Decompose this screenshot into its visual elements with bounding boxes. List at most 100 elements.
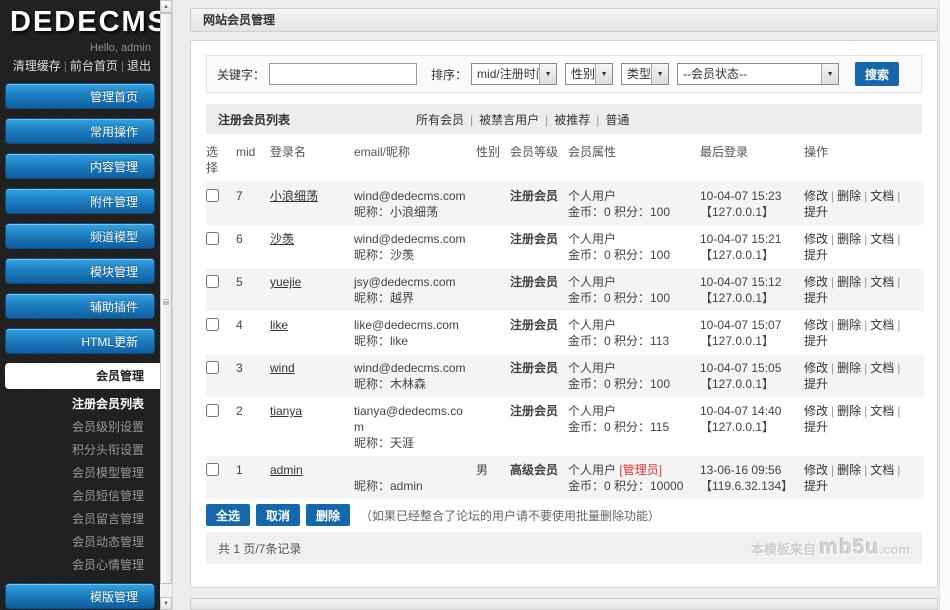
- type-select[interactable]: 类型 ▼: [621, 63, 669, 85]
- action-document[interactable]: 文档: [870, 189, 894, 203]
- sidebar-submenu-item[interactable]: 会员短信管理: [0, 485, 160, 508]
- action-document[interactable]: 文档: [870, 318, 894, 332]
- row-checkbox[interactable]: [206, 232, 219, 245]
- cancel-button[interactable]: 取消: [256, 504, 300, 526]
- action-document[interactable]: 文档: [870, 463, 894, 477]
- sidebar-menu-button[interactable]: 模块管理: [5, 258, 155, 284]
- member-name-link[interactable]: admin: [270, 463, 303, 477]
- chevron-down-icon: ▼: [595, 64, 612, 84]
- cell-email-nick: tianya@dedecms.com 昵称：天涯: [354, 397, 476, 456]
- delete-button[interactable]: 删除: [306, 504, 350, 526]
- row-checkbox[interactable]: [206, 189, 219, 202]
- action-separator: |: [897, 404, 900, 418]
- sidebar-top-link[interactable]: 退出: [127, 59, 151, 73]
- gender-select[interactable]: 性别 ▼: [565, 63, 613, 85]
- member-filter-tab[interactable]: 普通: [605, 113, 629, 127]
- sidebar-menu-button[interactable]: HTML更新: [5, 328, 155, 354]
- last-login-ip: 【119.6.32.134】: [700, 478, 800, 494]
- action-promote[interactable]: 提升: [804, 420, 828, 434]
- sidebar-menu-button[interactable]: 附件管理: [5, 188, 155, 214]
- action-document[interactable]: 文档: [870, 361, 894, 375]
- action-promote[interactable]: 提升: [804, 479, 828, 493]
- row-checkbox[interactable]: [206, 275, 219, 288]
- search-button[interactable]: 搜索: [855, 62, 899, 86]
- action-separator: |: [864, 404, 867, 418]
- action-delete[interactable]: 删除: [837, 189, 861, 203]
- scroll-down-arrow-icon[interactable]: ▼: [160, 597, 172, 610]
- action-edit[interactable]: 修改: [804, 318, 828, 332]
- member-name-link[interactable]: tianya: [270, 404, 302, 418]
- sidebar-top-link[interactable]: 清理缓存: [13, 59, 61, 73]
- action-promote[interactable]: 提升: [804, 205, 828, 219]
- action-document[interactable]: 文档: [870, 404, 894, 418]
- sidebar-submenu-item[interactable]: 会员模型管理: [0, 462, 160, 485]
- sidebar-submenu-item[interactable]: 会员级别设置: [0, 416, 160, 439]
- cell-mid: 5: [236, 268, 270, 311]
- cell-level: 注册会员: [510, 397, 568, 456]
- action-edit[interactable]: 修改: [804, 404, 828, 418]
- action-separator: |: [864, 463, 867, 477]
- member-status-select[interactable]: --会员状态-- ▼: [677, 63, 839, 85]
- sidebar-menu-button[interactable]: 内容管理: [5, 153, 155, 179]
- member-name-link[interactable]: 小浪细荡: [270, 189, 318, 203]
- admin-flag: [管理员]: [619, 463, 662, 477]
- sidebar-top-link[interactable]: 前台首页: [70, 59, 118, 73]
- action-edit[interactable]: 修改: [804, 232, 828, 246]
- cell-attr: 个人用户 金币：0 积分：100: [568, 268, 700, 311]
- action-promote[interactable]: 提升: [804, 291, 828, 305]
- last-login-ip: 【127.0.0.1】: [700, 290, 800, 306]
- action-edit[interactable]: 修改: [804, 275, 828, 289]
- sidebar-menu-button[interactable]: 辅助插件: [5, 293, 155, 319]
- sidebar-submenu-item[interactable]: 注册会员列表: [0, 393, 160, 416]
- member-points: 金币：0 积分：113: [568, 333, 696, 349]
- sidebar-menu-button[interactable]: 频道模型: [5, 223, 155, 249]
- keyword-input[interactable]: [269, 63, 417, 85]
- member-name-link[interactable]: 沙羡: [270, 232, 294, 246]
- vertical-scrollbar[interactable]: ▲ ▼: [160, 0, 173, 610]
- row-checkbox[interactable]: [206, 361, 219, 374]
- action-delete[interactable]: 删除: [837, 404, 861, 418]
- member-status-select-value: --会员状态--: [678, 64, 821, 84]
- column-header: mid: [236, 134, 270, 182]
- sidebar-menu-button[interactable]: 模版管理: [5, 583, 155, 609]
- next-section-bar: [190, 598, 938, 610]
- scrollbar-thumb[interactable]: [160, 13, 172, 584]
- action-edit[interactable]: 修改: [804, 463, 828, 477]
- member-email: wind@dedecms.com: [354, 360, 472, 376]
- member-filter-tab[interactable]: 被推荐: [554, 113, 590, 127]
- action-document[interactable]: 文档: [870, 275, 894, 289]
- member-filter-tab[interactable]: 所有会员: [416, 113, 464, 127]
- sort-select[interactable]: mid/注册时间 ▼: [471, 63, 557, 85]
- action-promote[interactable]: 提升: [804, 377, 828, 391]
- action-document[interactable]: 文档: [870, 232, 894, 246]
- action-edit[interactable]: 修改: [804, 361, 828, 375]
- sidebar-menu-button[interactable]: 管理首页: [5, 83, 155, 109]
- cell-level: 注册会员: [510, 354, 568, 397]
- sidebar-section-member-management[interactable]: 会员管理: [5, 363, 160, 389]
- action-delete[interactable]: 删除: [837, 275, 861, 289]
- action-delete[interactable]: 删除: [837, 361, 861, 375]
- member-type: 个人用户: [568, 232, 616, 246]
- member-name-link[interactable]: yuejie: [270, 275, 301, 289]
- action-promote[interactable]: 提升: [804, 248, 828, 262]
- row-checkbox[interactable]: [206, 404, 219, 417]
- row-checkbox[interactable]: [206, 318, 219, 331]
- action-delete[interactable]: 删除: [837, 318, 861, 332]
- member-name-link[interactable]: wind: [270, 361, 295, 375]
- action-delete[interactable]: 删除: [837, 232, 861, 246]
- action-delete[interactable]: 删除: [837, 463, 861, 477]
- action-edit[interactable]: 修改: [804, 189, 828, 203]
- sidebar-submenu-item[interactable]: 会员留言管理: [0, 508, 160, 531]
- scroll-up-arrow-icon[interactable]: ▲: [160, 0, 172, 13]
- action-promote[interactable]: 提升: [804, 334, 828, 348]
- sidebar-submenu-item[interactable]: 会员心情管理: [0, 554, 160, 577]
- sidebar-submenu-item[interactable]: 积分头衔设置: [0, 439, 160, 462]
- member-filter-tab[interactable]: 被禁言用户: [479, 113, 539, 127]
- sidebar-menu-button[interactable]: 常用操作: [5, 118, 155, 144]
- sidebar-submenu-item[interactable]: 会员动态管理: [0, 531, 160, 554]
- scrollbar-grip-icon: [163, 299, 169, 301]
- select-all-button[interactable]: 全选: [206, 504, 250, 526]
- row-checkbox[interactable]: [206, 463, 219, 476]
- pagination-info: 共 1 页/7条记录: [206, 540, 751, 557]
- member-name-link[interactable]: like: [270, 318, 288, 332]
